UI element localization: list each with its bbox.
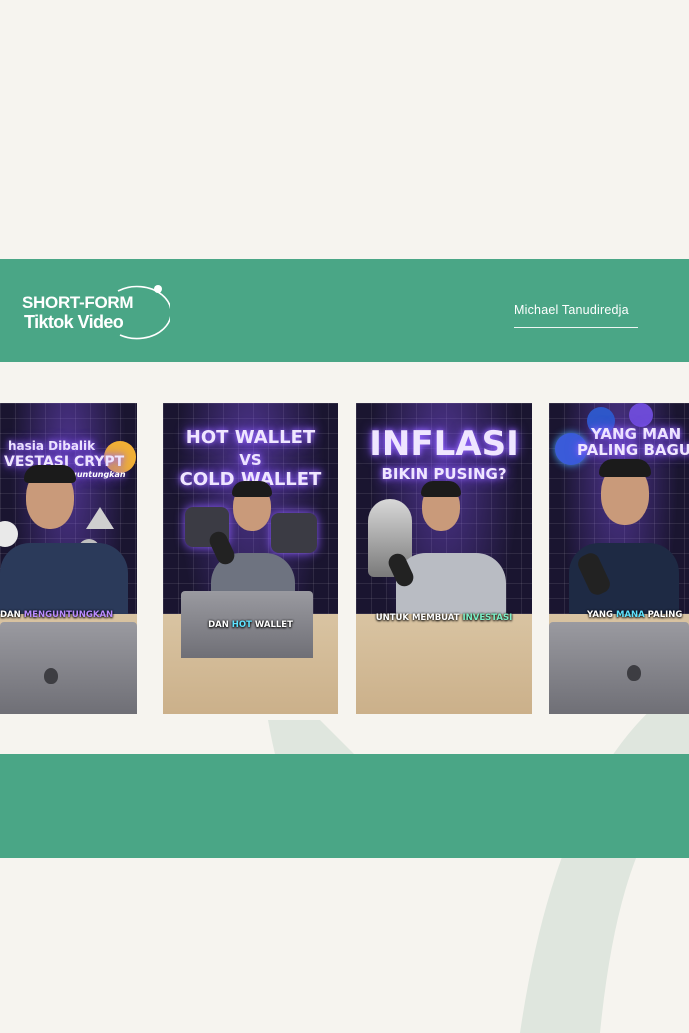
- card-caption: DAN HOT WALLET: [208, 620, 293, 630]
- card-title-line-2: VS: [239, 451, 262, 469]
- apple-logo-icon: [627, 665, 641, 681]
- logo-line-1: SHORT-FORM: [22, 293, 134, 312]
- logo-line-2: Tiktok Video: [24, 312, 124, 332]
- video-thumbnail-3[interactable]: INFLASI BIKIN PUSING? UNTUK MEMBUAT INVE…: [356, 403, 532, 714]
- card-caption: UNTUK MEMBUAT INVESTASI: [375, 613, 513, 623]
- laptop: [0, 622, 137, 714]
- card-title-line-1: YANG MAN: [591, 425, 682, 443]
- short-form-logo: SHORT-FORM Tiktok Video: [20, 281, 170, 343]
- card-caption: DAN MENGUNTUNGKAN: [0, 610, 114, 620]
- video-thumbnail-2[interactable]: HOT WALLET VS COLD WALLET DAN HOT WALLET: [163, 403, 338, 714]
- card-title-line-2: PALING BAGUS: [577, 441, 689, 459]
- author-underline: [514, 327, 638, 328]
- card-title-line-1: hasia Dibalik: [8, 439, 96, 453]
- arrow-up-icon: [86, 507, 114, 529]
- laptop: [549, 622, 689, 714]
- card-title-line-1: HOT WALLET: [185, 427, 316, 448]
- card-title-line-1: INFLASI: [369, 424, 519, 464]
- card-title-line-2: BIKIN PUSING?: [381, 465, 507, 483]
- apple-logo-icon: [44, 668, 58, 684]
- video-thumbnail-4[interactable]: YANG MAN PALING BAGUS YANG MANA PALING: [549, 403, 689, 714]
- author-name: Michael Tanudiredja: [514, 303, 629, 317]
- card-caption: YANG MANA PALING: [587, 610, 683, 620]
- video-thumbnail-1[interactable]: hasia Dibalik VESTASI CRYPT enguntungkan…: [0, 403, 137, 714]
- cold-wallet-icon: [271, 513, 317, 553]
- litecoin-icon: [629, 403, 653, 427]
- footer-band: [0, 754, 689, 858]
